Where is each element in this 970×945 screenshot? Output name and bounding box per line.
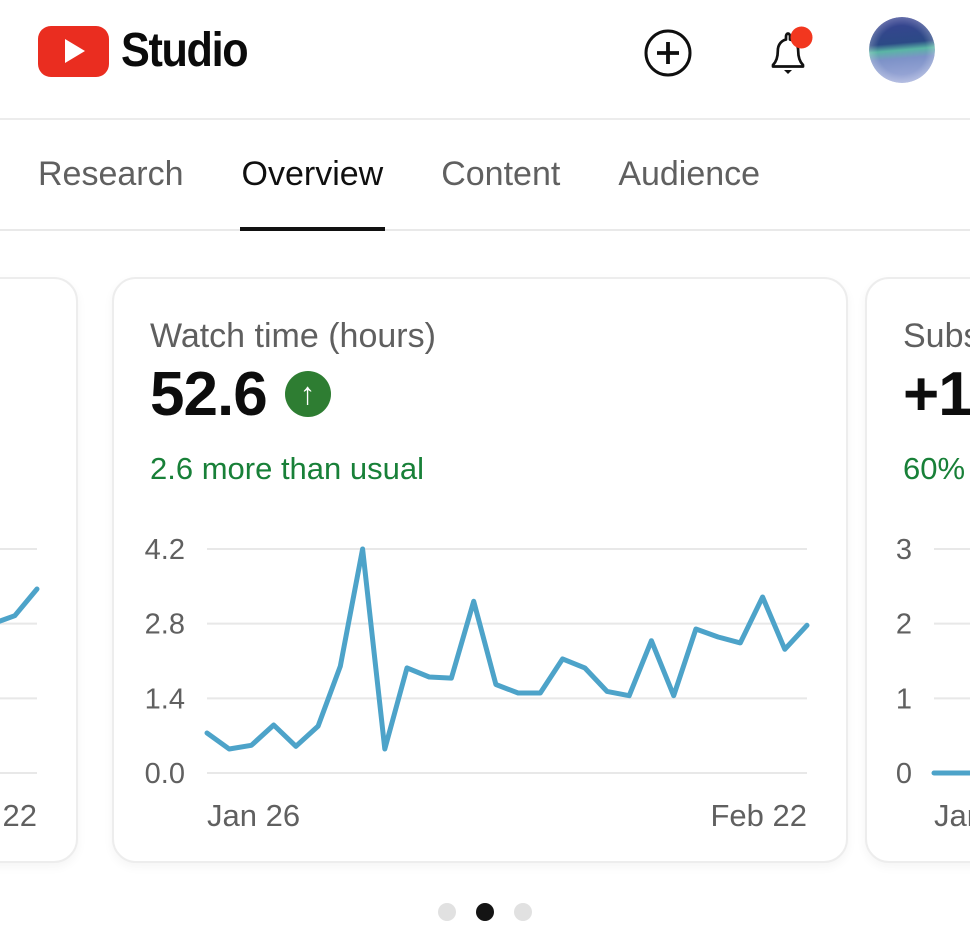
tab-audience[interactable]: Audience	[618, 120, 760, 229]
app-header: Studio	[0, 0, 970, 120]
carousel-dot-0[interactable]	[438, 903, 456, 921]
carousel-page-indicator	[0, 903, 970, 921]
plus-in-circle-icon	[643, 28, 693, 78]
studio-wordmark: Studio	[121, 20, 247, 82]
metric-card-watch-time[interactable]: Watch time (hours) 52.6 ↑ 2.6 more than …	[112, 277, 848, 863]
svg-text:Feb 22: Feb 22	[710, 798, 807, 833]
tab-research[interactable]: Research	[38, 120, 184, 229]
carousel-dot-2[interactable]	[514, 903, 532, 921]
card-title: Subscribers	[903, 317, 970, 356]
metric-value: 52.6 ↑	[150, 359, 331, 429]
metric-card-partial-left[interactable]: Feb 22	[0, 277, 78, 863]
svg-text:0.0: 0.0	[145, 758, 185, 790]
metric-value-text: +16	[903, 359, 970, 430]
avatar	[869, 17, 935, 83]
tab-overview[interactable]: Overview	[242, 120, 384, 229]
bell-clapper	[784, 70, 792, 74]
svg-text:1: 1	[896, 683, 912, 715]
svg-text:Jan 26: Jan 26	[934, 798, 970, 833]
svg-text:0: 0	[896, 758, 912, 790]
svg-text:Jan 26: Jan 26	[207, 798, 300, 833]
analytics-tab-bar: Research Overview Content Audience	[0, 120, 970, 231]
svg-text:3: 3	[896, 534, 912, 566]
metric-value-text: 52.6	[150, 359, 267, 430]
svg-text:Feb 22: Feb 22	[0, 798, 37, 833]
play-icon	[65, 39, 85, 63]
tab-content[interactable]: Content	[441, 120, 560, 229]
metric-card-subscribers[interactable]: Subscribers +16 60% more than usual 3 2 1 0…	[865, 277, 970, 863]
bell-icon	[760, 26, 816, 82]
svg-text:4.2: 4.2	[145, 534, 185, 566]
notification-badge	[791, 27, 813, 49]
svg-text:2.8: 2.8	[145, 609, 185, 641]
delta-text: 60% more than usual	[903, 451, 970, 487]
carousel-dot-1[interactable]	[476, 903, 494, 921]
delta-text: 2.6 more than usual	[150, 451, 424, 487]
card-title: Watch time (hours)	[150, 317, 436, 356]
metric-value: +16	[903, 359, 970, 429]
svg-text:2: 2	[896, 609, 912, 641]
create-button[interactable]	[643, 28, 693, 78]
partial-left-chart: Feb 22	[0, 529, 80, 849]
notifications-button[interactable]	[760, 26, 816, 82]
subscribers-chart: 3 2 1 0 Jan 26	[867, 529, 970, 849]
account-avatar-button[interactable]	[869, 17, 935, 83]
trend-up-icon: ↑	[285, 371, 331, 417]
svg-text:1.4: 1.4	[145, 683, 185, 715]
watch-time-chart: 4.2 2.8 1.4 0.0 Jan 26 Feb 22	[114, 529, 850, 849]
youtube-logo[interactable]	[38, 26, 109, 77]
